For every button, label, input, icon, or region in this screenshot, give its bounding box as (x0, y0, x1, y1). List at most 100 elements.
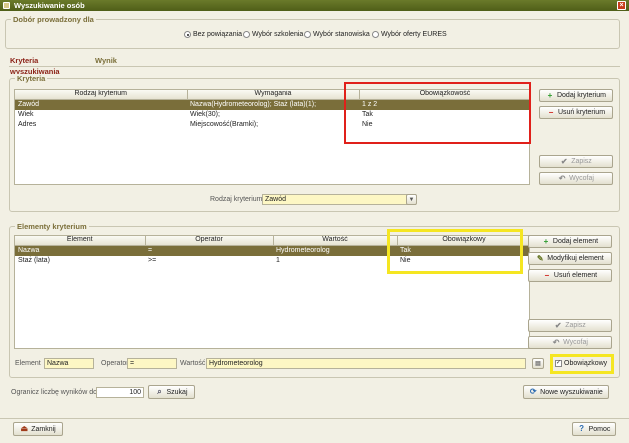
criterion-type-select[interactable]: Zawód (262, 194, 416, 205)
table-cell: Wiek(30); (190, 110, 220, 118)
column-header-obowiazkowy[interactable]: Obowiązkowy (397, 236, 529, 246)
radio-wybor-oferty-eures[interactable]: Wybór oferty EURES (372, 31, 447, 38)
table-cell: Nazwa (15, 245, 145, 256)
element-input[interactable]: Nazwa (44, 358, 94, 369)
column-header-rodzaj[interactable]: Rodzaj kryterium (15, 90, 188, 100)
table-cell: = (145, 245, 273, 256)
table-row[interactable]: Staż (lata) >= 1 Nie (15, 256, 529, 266)
column-header-wymagania[interactable]: Wymagania (187, 90, 360, 100)
minus-icon: − (548, 107, 554, 117)
undo-element-button[interactable]: ↶ Wycofaj (528, 336, 612, 349)
remove-element-button[interactable]: − Usuń element (528, 269, 612, 282)
elements-group: Elementy kryterium Element Operator Wart… (9, 222, 620, 378)
table-row[interactable]: Wiek Wiek(30); Tak (15, 110, 529, 120)
table-cell: Staż (lata) (18, 256, 50, 264)
add-element-button[interactable]: + Dodaj element (528, 235, 612, 248)
modify-element-button[interactable]: ✎ Modyfikuj element (528, 252, 612, 265)
table-cell: Zawód (15, 99, 187, 110)
save-element-label: Zapisz (565, 322, 586, 329)
table-cell: Adres (18, 120, 37, 128)
elements-table[interactable]: Element Operator Wartość Obowiązkowy Naz… (14, 235, 530, 349)
table-row[interactable]: Zawód Nazwa(Hydrometeorolog); Staż (lata… (15, 99, 529, 110)
new-search-button[interactable]: ⟳ Nowe wyszukiwanie (523, 385, 609, 399)
document-icon: ▤ (535, 360, 541, 367)
radio-dot[interactable] (372, 31, 379, 38)
radio-wybor-stanowiska[interactable]: Wybór stanowiska (304, 31, 370, 38)
checkmark-icon: ✔ (554, 320, 562, 330)
value-picker-button[interactable]: ▤ (532, 358, 544, 369)
search-button[interactable]: ⌕ Szukaj (148, 385, 195, 399)
search-icon: ⌕ (157, 387, 162, 396)
radio-bez-powiazania[interactable]: Bez powiązania (184, 31, 242, 38)
table-cell: Tak (362, 110, 373, 118)
plus-icon: + (543, 236, 549, 246)
criterion-type-dropdown[interactable]: ▼ (406, 194, 417, 205)
column-header-operator[interactable]: Operator (145, 236, 274, 246)
mandatory-label: Obowiązkowy (564, 360, 608, 367)
exit-icon: ⏏ (20, 424, 29, 433)
add-criterion-button[interactable]: + Dodaj kryterium (539, 89, 613, 102)
tab-kryteria-wyszukiwania[interactable]: Kryteria wyszukiwania (10, 55, 60, 76)
value-input[interactable]: Hydrometeorolog (206, 358, 526, 369)
add-element-label: Dodaj element (552, 238, 599, 245)
save-criterion-label: Zapisz (571, 158, 592, 165)
table-cell: 1 z 2 (359, 99, 529, 110)
remove-criterion-button[interactable]: − Usuń kryterium (539, 106, 613, 119)
element-label: Element (15, 360, 41, 367)
radio-dot[interactable] (184, 31, 191, 38)
criterion-type-label: Rodzaj kryterium (210, 196, 263, 203)
radio-label: Wybór stanowiska (313, 31, 370, 38)
window-app-icon (3, 2, 10, 9)
radio-wybor-szkolenia[interactable]: Wybór szkolenia (243, 31, 303, 38)
close-button-label: Zamknij (31, 425, 56, 433)
radio-dot[interactable] (304, 31, 311, 38)
limit-input[interactable]: 100 (96, 387, 144, 398)
add-criterion-label: Dodaj kryterium (556, 92, 606, 99)
radio-dot[interactable] (243, 31, 250, 38)
save-criterion-button[interactable]: ✔ Zapisz (539, 155, 613, 168)
limit-label: Ogranicz liczbę wyników do (11, 389, 97, 396)
undo-criterion-label: Wycofaj (569, 175, 594, 182)
undo-icon: ↶ (552, 337, 560, 347)
edit-icon: ✎ (536, 253, 544, 263)
selection-group: Dobór prowadzony dla Bez powiązania Wybó… (5, 15, 620, 49)
column-header-element[interactable]: Element (15, 236, 146, 246)
operator-label: Operator (101, 360, 129, 367)
column-header-wartosc[interactable]: Wartość (273, 236, 398, 246)
element-value: Nazwa (47, 360, 69, 367)
search-button-label: Szukaj (166, 388, 188, 396)
close-button[interactable]: ⏏ Zamknij (13, 422, 63, 436)
footer-bar (0, 418, 629, 443)
operator-input[interactable]: = (127, 358, 177, 369)
table-row[interactable]: Adres Miejscowość(Bramki); Nie (15, 120, 529, 130)
help-button[interactable]: ? Pomoc (572, 422, 616, 436)
table-cell: >= (148, 256, 157, 264)
mandatory-checkbox[interactable]: ✓ Obowiązkowy (555, 358, 607, 369)
criteria-group-title: Kryteria (15, 74, 48, 83)
tab-divider (9, 66, 620, 67)
table-cell: 1 (276, 256, 280, 264)
column-header-obowiazkowosc[interactable]: Obowiązkowość (359, 90, 529, 100)
table-cell: Nie (362, 120, 373, 128)
table-cell: Miejscowość(Bramki); (190, 120, 259, 128)
remove-element-label: Usuń element (553, 272, 598, 279)
table-cell: Nie (400, 256, 411, 264)
checkmark-icon: ✔ (560, 156, 568, 166)
window-close-icon[interactable]: × (617, 1, 626, 10)
criteria-table[interactable]: Rodzaj kryterium Wymagania Obowiązkowość… (14, 89, 530, 185)
help-icon: ? (579, 424, 585, 433)
table-row[interactable]: Nazwa = Hydrometeorolog Tak (15, 245, 529, 256)
save-element-button[interactable]: ✔ Zapisz (528, 319, 612, 332)
modify-element-label: Modyfikuj element (547, 255, 604, 262)
tab-wynik[interactable]: Wynik (95, 55, 117, 66)
value-value: Hydrometeorolog (209, 360, 263, 367)
radio-label: Wybór szkolenia (252, 31, 304, 38)
selection-group-title: Dobór prowadzony dla (11, 15, 96, 24)
help-button-label: Pomoc (588, 425, 611, 433)
remove-criterion-label: Usuń kryterium (557, 109, 606, 116)
table-cell: Hydrometeorolog (273, 245, 397, 256)
limit-value: 100 (129, 389, 141, 396)
radio-label: Wybór oferty EURES (381, 31, 447, 38)
checkbox-box[interactable]: ✓ (555, 360, 562, 367)
undo-criterion-button[interactable]: ↶ Wycofaj (539, 172, 613, 185)
